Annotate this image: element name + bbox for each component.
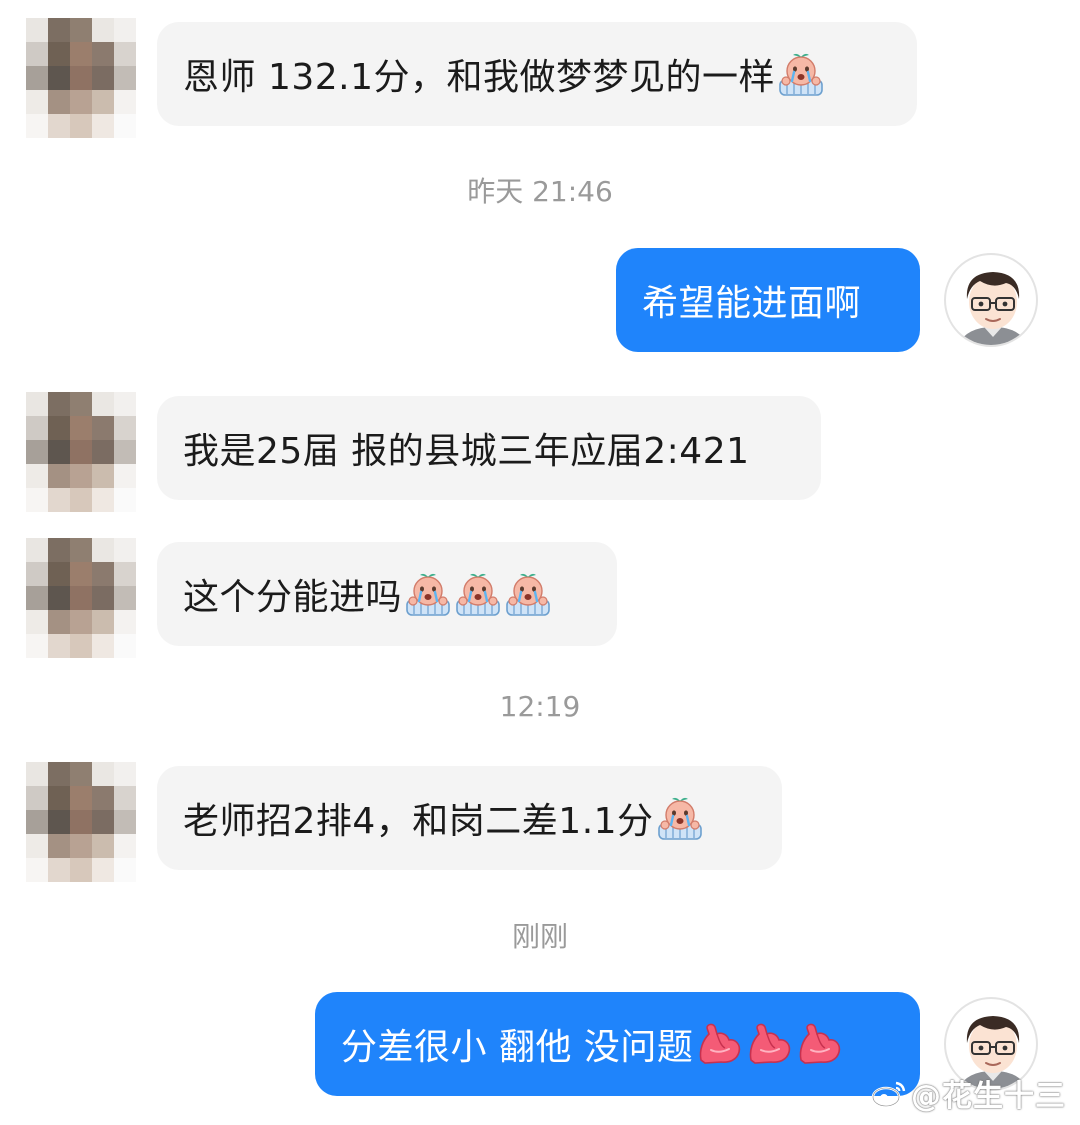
crying-face-icon xyxy=(454,570,502,618)
avatar[interactable] xyxy=(26,538,138,658)
crying-face-icon xyxy=(656,794,704,842)
timestamp: 12:19 xyxy=(499,690,581,723)
weibo-logo-icon xyxy=(871,1081,906,1108)
outgoing-message-bubble[interactable]: 希望能进面啊 xyxy=(616,248,920,352)
watermark: @花生十三 xyxy=(871,1071,1066,1115)
message-text: 这个分能进吗 xyxy=(183,577,403,618)
incoming-message-bubble[interactable]: 恩师 132.1分，和我做梦梦见的一样 xyxy=(157,22,917,126)
crying-face-icon xyxy=(777,50,825,98)
flexed-biceps-icon xyxy=(745,1020,793,1068)
incoming-message-bubble[interactable]: 这个分能进吗 xyxy=(157,542,617,646)
message-text: 恩师 132.1分，和我做梦梦见的一样 xyxy=(183,57,776,98)
timestamp: 昨天 21:46 xyxy=(467,175,613,208)
incoming-message-bubble[interactable]: 我是25届 报的县城三年应届2:421 xyxy=(157,396,821,500)
crying-face-icon xyxy=(404,570,452,618)
incoming-message-bubble[interactable]: 老师招2排4，和岗二差1.1分 xyxy=(157,766,782,870)
watermark-text: @花生十三 xyxy=(911,1079,1066,1114)
avatar[interactable] xyxy=(26,392,138,512)
avatar[interactable] xyxy=(944,253,1038,347)
avatar[interactable] xyxy=(26,18,138,138)
flexed-biceps-icon xyxy=(795,1020,843,1068)
avatar[interactable] xyxy=(26,762,138,882)
message-text: 老师招2排4，和岗二差1.1分 xyxy=(183,801,654,842)
crying-face-icon xyxy=(504,570,552,618)
message-text: 我是25届 报的县城三年应届2:421 xyxy=(183,431,750,472)
timestamp: 刚刚 xyxy=(511,920,568,953)
outgoing-message-bubble[interactable]: 分差很小 翻他 没问题 xyxy=(315,992,920,1096)
message-text: 分差很小 翻他 没问题 xyxy=(341,1027,694,1068)
message-text: 希望能进面啊 xyxy=(642,283,862,324)
flexed-biceps-icon xyxy=(695,1020,743,1068)
